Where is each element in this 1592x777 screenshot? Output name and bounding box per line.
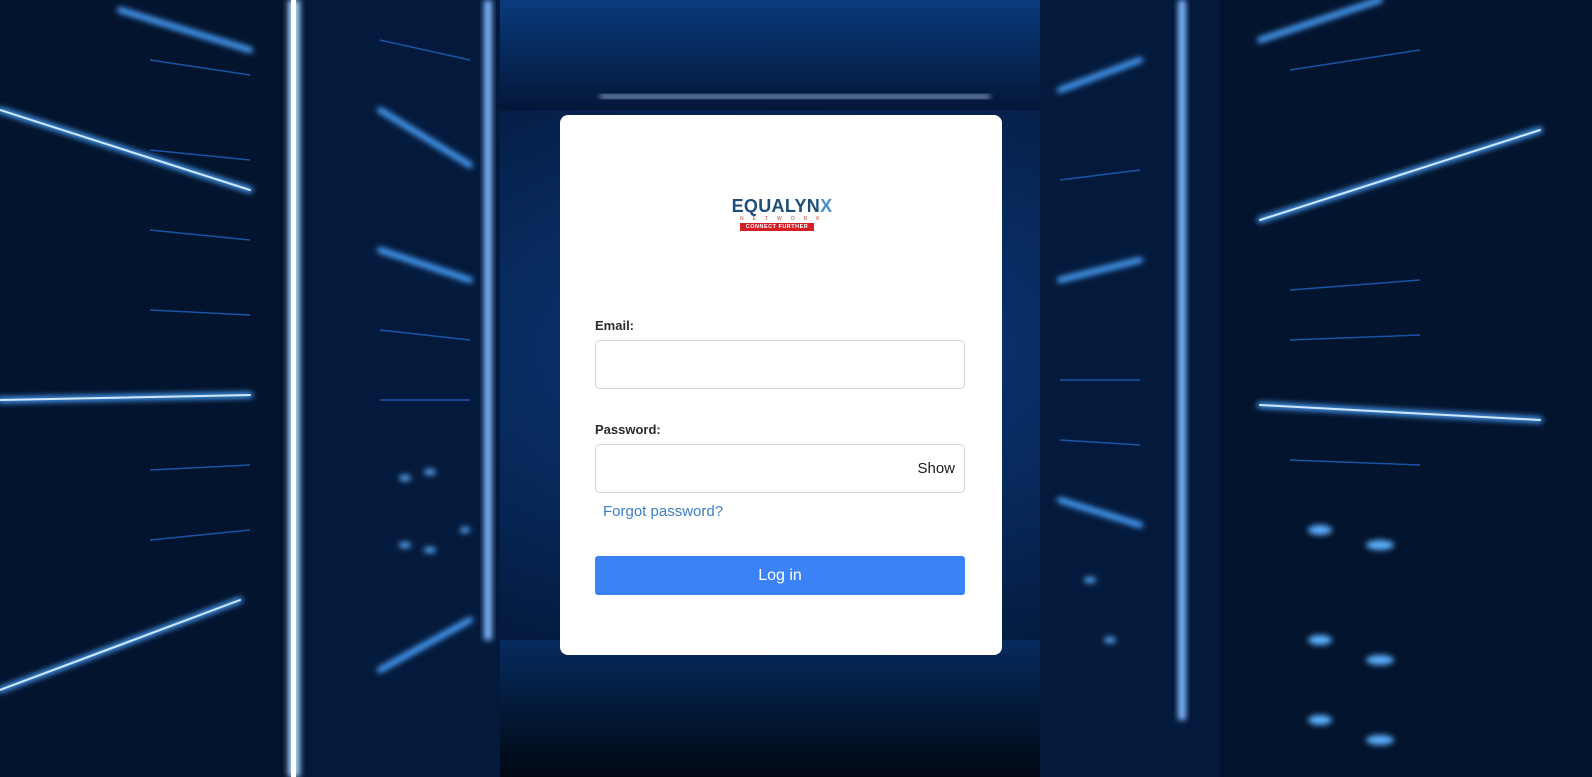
email-label: Email:	[595, 318, 635, 333]
logo-subline: NETWORKS	[740, 216, 824, 222]
password-field-wrapper: Show	[595, 444, 965, 493]
show-password-button[interactable]: Show	[917, 444, 955, 493]
logo-wordmark: EQUALYNX	[726, 195, 838, 217]
password-label: Password:	[595, 422, 661, 437]
email-field[interactable]	[595, 340, 965, 389]
equalynx-logo: EQUALYNX NETWORKS CONNECT FURTHER	[726, 195, 838, 235]
password-field[interactable]	[595, 444, 965, 493]
login-card: EQUALYNX NETWORKS CONNECT FURTHER Email:…	[560, 115, 1002, 655]
login-button[interactable]: Log in	[595, 556, 965, 595]
forgot-password-link[interactable]: Forgot password?	[603, 503, 723, 520]
logo-tagline: CONNECT FURTHER	[740, 223, 814, 231]
logo-wordmark-main: EQUALYN	[731, 196, 821, 216]
logo-wordmark-x: X	[820, 196, 833, 216]
